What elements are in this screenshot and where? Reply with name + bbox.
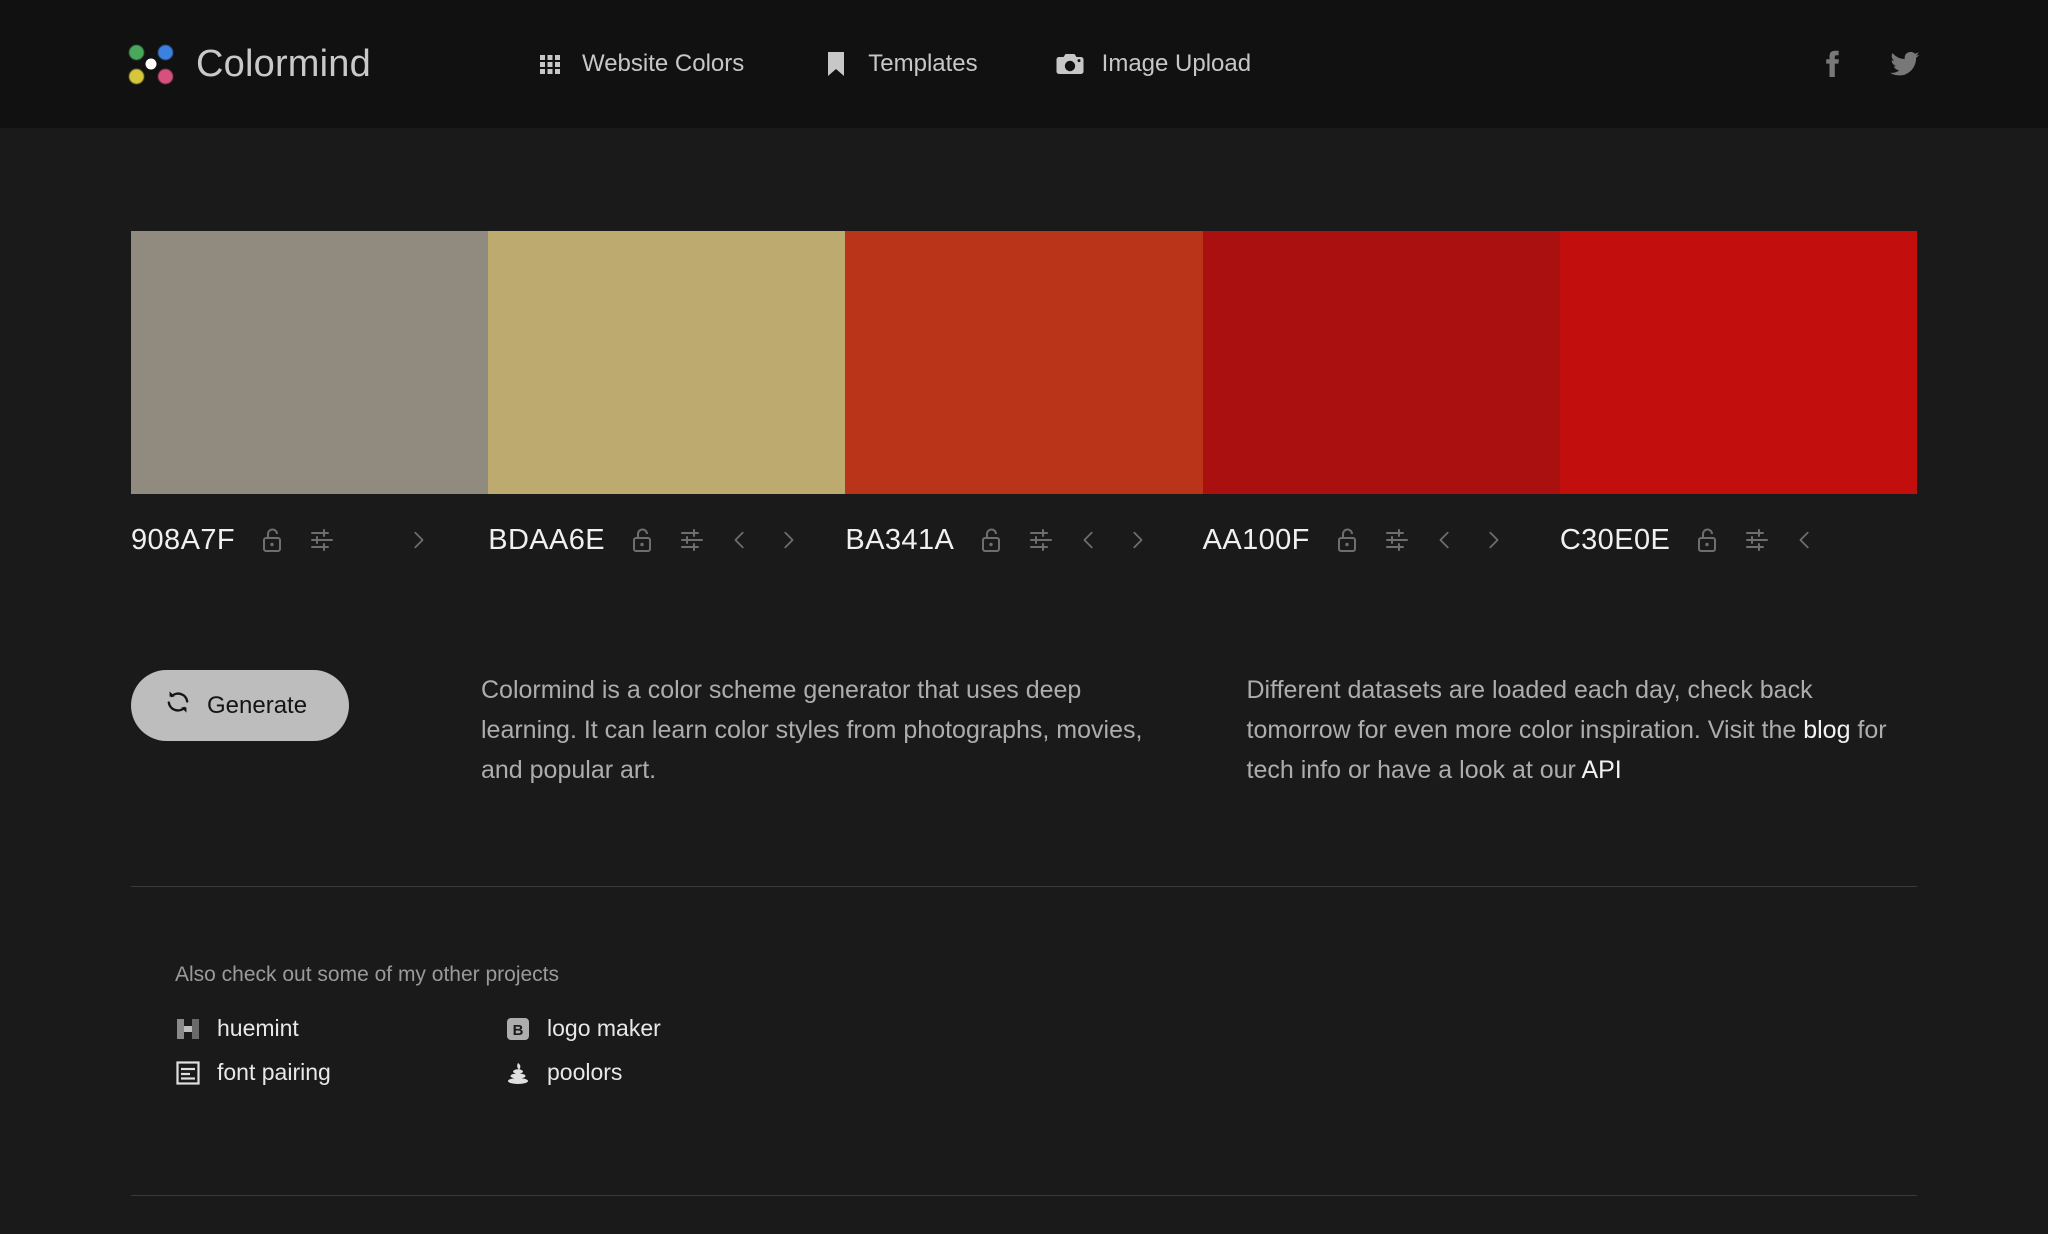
- other-projects: Also check out some of my other projects…: [131, 963, 1917, 1086]
- social-links: [1816, 49, 1920, 79]
- swatch-controls-5: C30E0E: [1560, 520, 1917, 560]
- project-label: font pairing: [217, 1059, 331, 1085]
- swatch-hex-2[interactable]: BDAA6E: [488, 524, 605, 557]
- brand-name: Colormind: [196, 42, 371, 85]
- main-navigation: Website Colors Templates Image Upload: [536, 50, 1251, 78]
- swatch-hex-1[interactable]: 908A7F: [131, 524, 235, 557]
- logo-dot-green: [129, 45, 144, 60]
- api-link[interactable]: API: [1581, 756, 1621, 784]
- info-row: Generate Colormind is a color scheme gen…: [131, 670, 1917, 790]
- sliders-icon[interactable]: [1744, 527, 1770, 553]
- project-label: huemint: [217, 1015, 299, 1041]
- swatch-controls-2: BDAA6E: [488, 520, 845, 560]
- swatch-controls-1: 908A7F: [131, 520, 488, 560]
- divider-top: [131, 886, 1917, 887]
- swatch-hex-5[interactable]: C30E0E: [1560, 524, 1670, 557]
- projects-title: Also check out some of my other projects: [175, 963, 559, 986]
- colormind-logo-icon: [128, 41, 174, 87]
- refresh-icon: [165, 689, 191, 722]
- fontpairing-icon: [175, 1060, 201, 1086]
- chevron-right-icon[interactable]: [1480, 527, 1506, 553]
- project-link-huemint[interactable]: huemint: [175, 1015, 505, 1042]
- nav-item-website-colors[interactable]: Website Colors: [536, 50, 744, 78]
- color-palette: [131, 231, 1918, 494]
- nav-item-image-upload[interactable]: Image Upload: [1056, 50, 1251, 78]
- info-right-part1: Different datasets are loaded each day, …: [1246, 676, 1813, 744]
- generate-column: Generate: [131, 670, 481, 741]
- color-swatch-1[interactable]: [131, 231, 489, 494]
- nav-label-image-upload: Image Upload: [1101, 50, 1252, 77]
- huemint-icon: [175, 1016, 201, 1042]
- blog-link[interactable]: blog: [1803, 716, 1850, 744]
- project-link-poolors[interactable]: poolors: [505, 1059, 1917, 1086]
- nav-label-website-colors: Website Colors: [581, 50, 745, 77]
- logo-dot-pink: [158, 69, 173, 84]
- logo-dot-blue: [158, 45, 173, 60]
- color-swatch-4[interactable]: [1202, 231, 1560, 494]
- project-link-logo-maker[interactable]: Blogo maker: [505, 1015, 1917, 1042]
- unlock-icon[interactable]: [1694, 527, 1720, 553]
- swatch-controls-3: BA341A: [845, 520, 1202, 560]
- project-label: poolors: [547, 1059, 623, 1085]
- divider-bottom: [131, 1195, 1917, 1196]
- logo-dot-white: [145, 58, 157, 70]
- nav-item-templates[interactable]: Templates: [822, 50, 978, 78]
- facebook-icon[interactable]: [1816, 49, 1846, 79]
- chevron-left-icon[interactable]: [1432, 527, 1458, 553]
- unlock-icon[interactable]: [978, 527, 1004, 553]
- chevron-left-icon[interactable]: [1076, 527, 1102, 553]
- chevron-left-icon[interactable]: [727, 527, 753, 553]
- sliders-icon[interactable]: [1384, 527, 1410, 553]
- chevron-right-icon[interactable]: [405, 527, 431, 553]
- swatch-hex-3[interactable]: BA341A: [845, 524, 954, 557]
- sliders-icon[interactable]: [1028, 527, 1054, 553]
- brand-logo[interactable]: Colormind: [128, 41, 371, 87]
- sliders-icon[interactable]: [679, 527, 705, 553]
- twitter-icon[interactable]: [1890, 49, 1920, 79]
- logo-dot-yellow: [129, 69, 144, 84]
- unlock-icon[interactable]: [259, 527, 285, 553]
- grid-icon: [536, 50, 564, 78]
- swatch-controls-4: AA100F: [1203, 520, 1560, 560]
- bookmark-icon: [822, 50, 850, 78]
- chevron-left-icon[interactable]: [1792, 527, 1818, 553]
- projects-grid: huemint Blogo maker font pairing poolors: [175, 1015, 1917, 1086]
- sliders-icon[interactable]: [309, 527, 335, 553]
- nav-label-templates: Templates: [868, 50, 978, 77]
- project-label: logo maker: [547, 1015, 661, 1041]
- swatch-hex-4[interactable]: AA100F: [1203, 524, 1310, 557]
- main-content: 908A7F BDAA6E BA341A AA100F C30E0E Generate …: [0, 231, 2048, 1196]
- color-swatch-3[interactable]: [845, 231, 1203, 494]
- palette-controls: 908A7F BDAA6E BA341A AA100F C30E0E: [131, 520, 1917, 560]
- unlock-icon[interactable]: [1334, 527, 1360, 553]
- color-swatch-5[interactable]: [1559, 231, 1918, 494]
- generate-button[interactable]: Generate: [131, 670, 350, 741]
- logomaker-icon: B: [505, 1016, 531, 1042]
- unlock-icon[interactable]: [629, 527, 655, 553]
- project-link-font-pairing[interactable]: font pairing: [175, 1059, 505, 1086]
- color-swatch-2[interactable]: [488, 231, 846, 494]
- chevron-right-icon[interactable]: [775, 527, 801, 553]
- generate-button-label: Generate: [207, 691, 308, 719]
- site-header: Colormind Website Colors Templates Image…: [0, 0, 2048, 128]
- poolors-icon: [505, 1060, 531, 1086]
- camera-icon: [1056, 50, 1084, 78]
- info-text-right: Different datasets are loaded each day, …: [1218, 670, 1918, 790]
- chevron-right-icon[interactable]: [1124, 527, 1150, 553]
- info-text-left: Colormind is a color scheme generator th…: [481, 676, 1143, 784]
- svg-text:B: B: [513, 1022, 524, 1039]
